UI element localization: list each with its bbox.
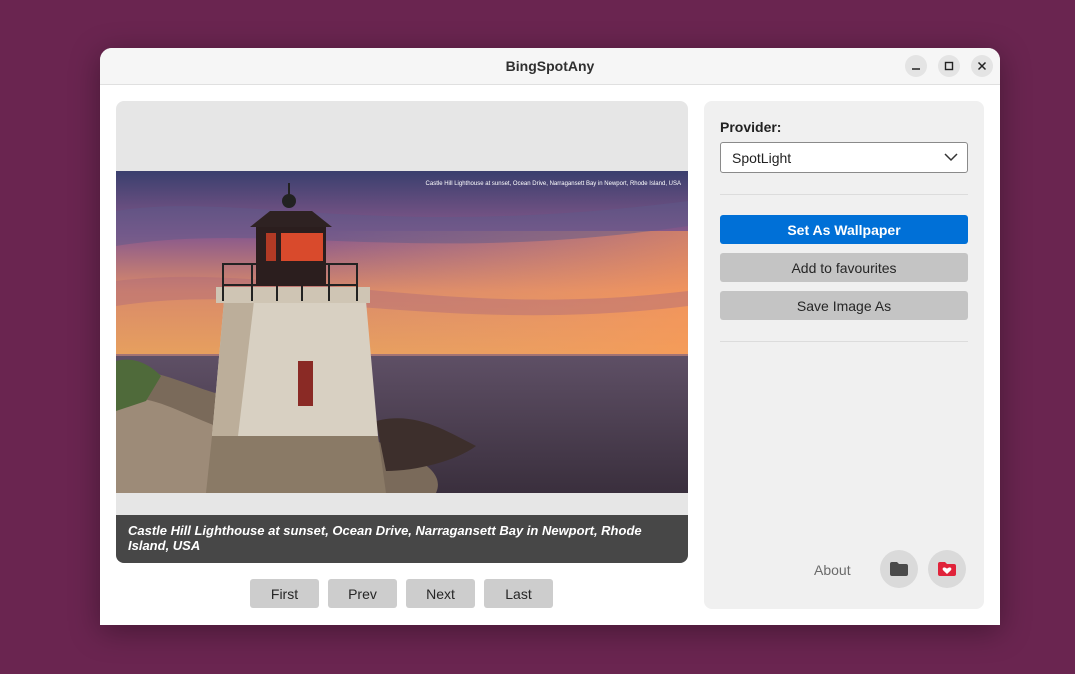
- prev-button[interactable]: Prev: [328, 579, 397, 608]
- title-bar[interactable]: BingSpotAny: [100, 48, 1000, 85]
- open-favourites-folder-button[interactable]: [928, 550, 966, 588]
- last-button[interactable]: Last: [484, 579, 553, 608]
- provider-label: Provider:: [720, 119, 782, 135]
- side-panel: Provider: SpotLight Set As Wallpaper Add…: [704, 101, 984, 609]
- first-button[interactable]: First: [250, 579, 319, 608]
- divider: [720, 194, 968, 195]
- window-title: BingSpotAny: [505, 58, 595, 74]
- maximize-icon: [944, 61, 954, 71]
- heart-folder-icon: [938, 562, 956, 576]
- folder-icon: [890, 562, 908, 576]
- add-favourites-button[interactable]: Add to favourites: [720, 253, 968, 282]
- image-panel: Castle Hill Lighthouse at sunset, Ocean …: [116, 101, 688, 563]
- close-button[interactable]: [971, 55, 993, 77]
- image-watermark: Castle Hill Lighthouse at sunset, Ocean …: [426, 181, 681, 187]
- about-link[interactable]: About: [814, 562, 851, 578]
- set-wallpaper-button[interactable]: Set As Wallpaper: [720, 215, 968, 244]
- minimize-icon: [912, 68, 920, 70]
- divider: [720, 341, 968, 342]
- provider-select[interactable]: SpotLight: [720, 142, 968, 173]
- image-caption: Castle Hill Lighthouse at sunset, Ocean …: [116, 515, 688, 563]
- maximize-button[interactable]: [938, 55, 960, 77]
- save-image-button[interactable]: Save Image As: [720, 291, 968, 320]
- close-icon: [977, 61, 987, 71]
- open-folder-button[interactable]: [880, 550, 918, 588]
- wallpaper-image: Castle Hill Lighthouse at sunset, Ocean …: [116, 171, 688, 493]
- provider-selected-value: SpotLight: [732, 150, 792, 166]
- chevron-down-icon: [944, 153, 958, 162]
- next-button[interactable]: Next: [406, 579, 475, 608]
- minimize-button[interactable]: [905, 55, 927, 77]
- app-window: BingSpotAny Castle Hill Lighthouse at su…: [100, 48, 1000, 625]
